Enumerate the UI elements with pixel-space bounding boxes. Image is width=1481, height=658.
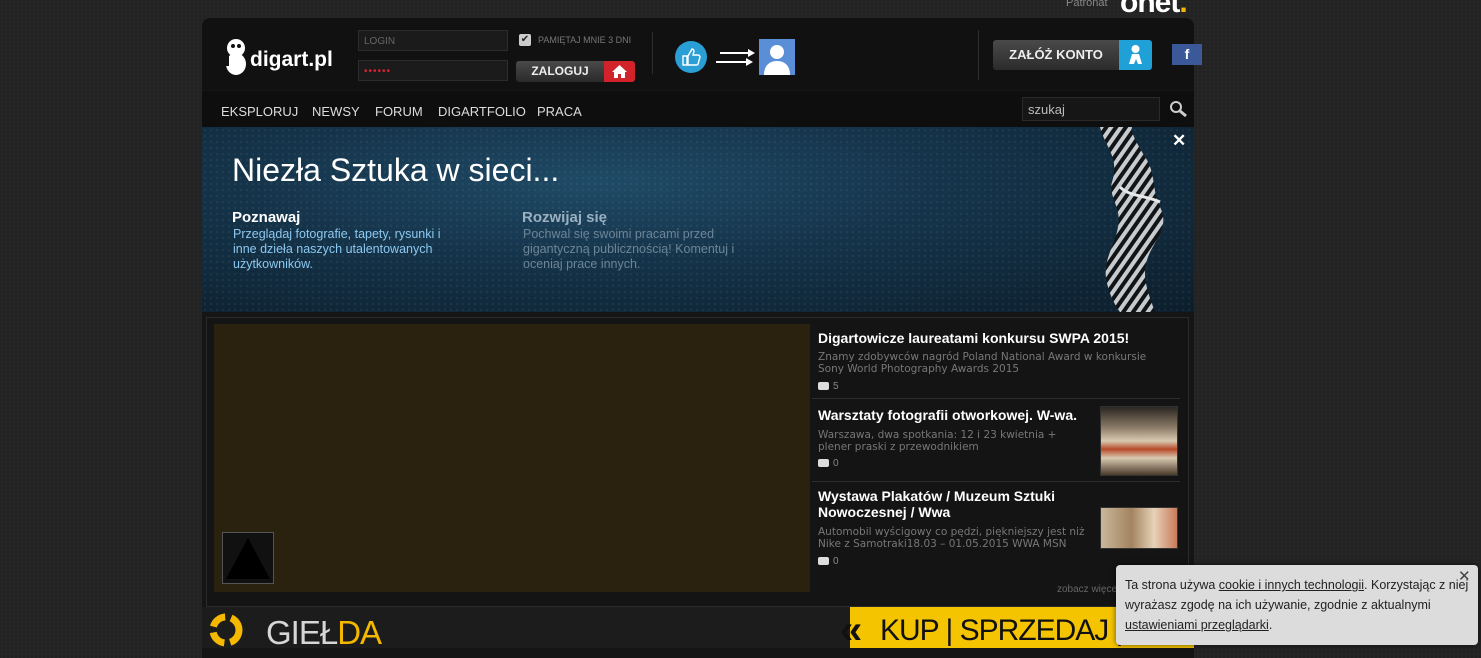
password-input[interactable]: •••••• (358, 60, 508, 81)
banner-title: Niezła Sztuka w sieci... (232, 152, 560, 188)
onet-logo-dot: . (1179, 0, 1187, 19)
search-icon[interactable] (1168, 99, 1188, 119)
banner-figure-image (1060, 127, 1180, 312)
onet-logo[interactable]: onet. (1120, 0, 1188, 20)
logo-text: digart.pl (250, 48, 333, 71)
more-news-link[interactable]: zobacz więcej (1057, 584, 1119, 595)
home-button[interactable] (604, 61, 635, 82)
news-desc: Automobil wyścigowy co pędzi, piękniejsz… (818, 526, 1085, 550)
search-input[interactable]: szukaj (1022, 97, 1160, 121)
nav-item-forum[interactable]: FORUM (375, 104, 423, 119)
signup-button[interactable]: ZAŁÓŻ KONTO (993, 40, 1119, 70)
cookie-text-end: . (1268, 618, 1273, 632)
news-comments[interactable]: 0 (818, 458, 839, 469)
banner-col1-title: Poznawaj (232, 209, 301, 226)
header-divider (652, 32, 653, 74)
double-chevron-icon: « (840, 608, 863, 652)
nav-item-eksploruj[interactable]: EKSPLORUJ (221, 104, 298, 119)
comment-icon (818, 459, 829, 468)
facebook-icon[interactable]: f (1172, 44, 1202, 65)
user-avatar-icon[interactable] (759, 39, 795, 75)
header-divider (978, 30, 979, 80)
news-title[interactable]: Wystawa Plakatów / Muzeum Sztuki Nowocze… (818, 488, 1098, 520)
cookie-close-icon[interactable]: ✕ (1458, 567, 1471, 585)
digart-logo[interactable]: digart.pl (222, 36, 342, 76)
news-thumbnail[interactable] (1100, 406, 1178, 476)
cookie-link[interactable]: cookie i innych technologii (1219, 578, 1364, 592)
digart-mascot-icon (225, 39, 246, 75)
news-comments[interactable]: 5 (818, 381, 839, 392)
banner-col2-text: Pochwal się swoimi pracami przed giganty… (523, 227, 735, 271)
home-icon (612, 65, 627, 78)
arrows-icon (714, 48, 756, 68)
news-item[interactable]: Warsztaty fotografii otworkowej. W-wa. W… (812, 401, 1180, 482)
comment-icon (818, 382, 829, 391)
news-title[interactable]: Warsztaty fotografii otworkowej. W-wa. (818, 407, 1098, 423)
person-icon[interactable] (1119, 40, 1152, 70)
login-button[interactable]: ZALOGUJ (516, 61, 604, 82)
comment-count: 0 (833, 458, 839, 469)
news-desc: Znamy zdobywców nagród Poland National A… (818, 351, 1147, 375)
thumbs-up-icon[interactable] (675, 41, 707, 73)
comment-count: 5 (833, 381, 839, 392)
gielda-title-main: GIEŁ (266, 614, 338, 651)
slider-thumbnail[interactable] (222, 532, 274, 584)
browser-settings-link[interactable]: ustawieniami przeglądarki (1125, 618, 1269, 632)
news-item[interactable]: Digartowicze laureatami konkursu SWPA 20… (812, 324, 1180, 399)
news-comments[interactable]: 0 (818, 556, 839, 567)
thumbs-up-glyph (682, 48, 701, 66)
remember-checkbox[interactable]: ✔ (519, 34, 531, 46)
banner-close-icon[interactable]: ✕ (1172, 131, 1186, 151)
news-title[interactable]: Digartowicze laureatami konkursu SWPA 20… (818, 330, 1178, 346)
news-thumbnail[interactable] (1100, 507, 1178, 549)
onet-logo-text: onet (1120, 0, 1180, 19)
recycle-icon (206, 610, 246, 650)
news-item[interactable]: Wystawa Plakatów / Muzeum Sztuki Nowocze… (812, 482, 1180, 574)
nav-item-newsy[interactable]: NEWSY (312, 104, 360, 119)
gielda-title: GIEŁDA (266, 614, 382, 652)
news-desc: Warszawa, dwa spotkania: 12 i 23 kwietni… (818, 429, 1057, 453)
featured-slider[interactable] (214, 324, 810, 592)
triangle-icon (226, 538, 270, 579)
cookie-text-start: Ta strona używa (1125, 578, 1219, 592)
banner-col1-text: Przeglądaj fotografie, tapety, rysunki i… (233, 227, 441, 271)
patron-label: Patronat (1066, 0, 1108, 9)
cookie-text: Ta strona używa cookie i innych technolo… (1125, 575, 1470, 635)
login-input[interactable]: LOGIN (358, 30, 508, 51)
gielda-title-accent: DA (337, 614, 382, 651)
nav-item-digartfolio[interactable]: DIGARTFOLIO (438, 104, 526, 119)
remember-label: PAMIĘTAJ MNIE 3 DNI (538, 35, 632, 45)
banner-col2-title: Rozwijaj się (522, 209, 608, 226)
nav-item-praca[interactable]: PRACA (537, 104, 582, 119)
comment-icon (818, 557, 829, 566)
comment-count: 0 (833, 556, 839, 567)
